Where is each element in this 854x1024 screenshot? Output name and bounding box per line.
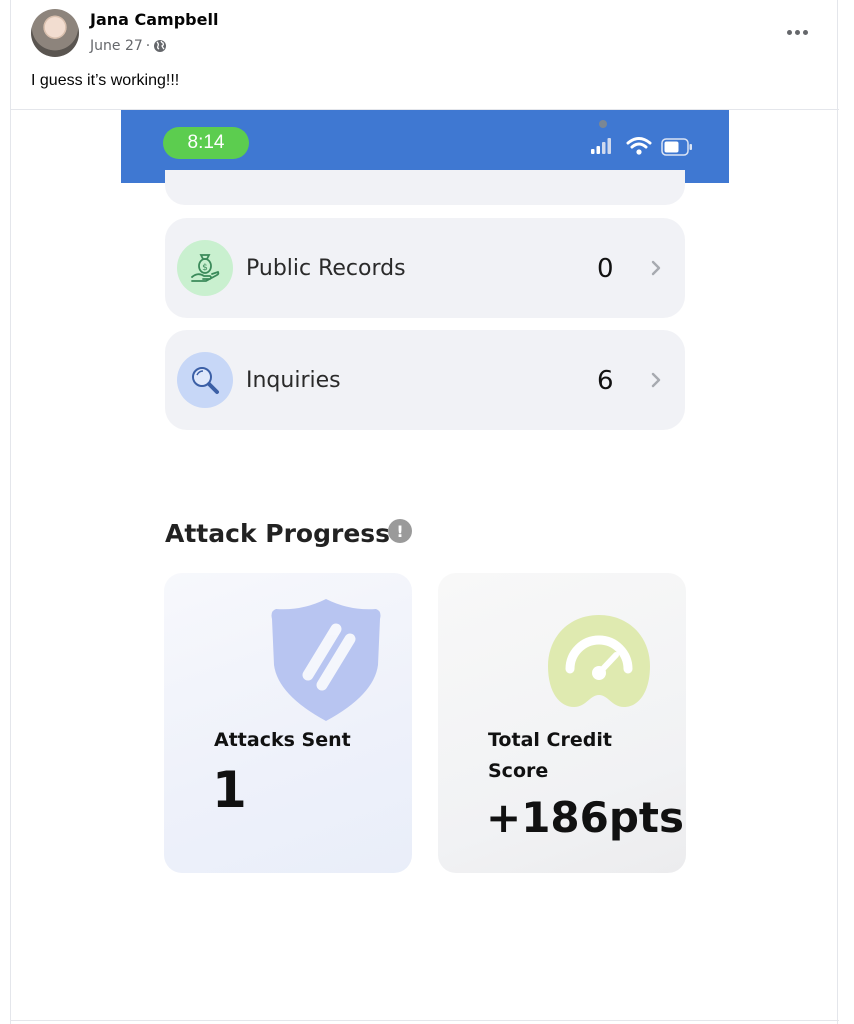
money-hand-icon: $ bbox=[177, 240, 233, 296]
post-meta: June 27 · bbox=[90, 38, 167, 54]
card-value: 1 bbox=[212, 761, 247, 819]
public-records-row[interactable]: $ Public Records 0 bbox=[165, 218, 685, 318]
card-label: Total Credit bbox=[488, 729, 612, 751]
status-time: 8:14 bbox=[163, 127, 249, 159]
total-credit-score-card[interactable]: Total Credit Score +186pts bbox=[438, 573, 686, 873]
row-label: Public Records bbox=[246, 256, 406, 281]
more-icon-dot bbox=[786, 29, 792, 35]
post-date[interactable]: June 27 bbox=[90, 38, 143, 54]
attached-screenshot[interactable]: 8:14 $ Public Records 0 Inquiries 6 Atta… bbox=[121, 110, 729, 900]
card-label: Attacks Sent bbox=[214, 729, 351, 751]
info-icon[interactable]: ! bbox=[388, 519, 412, 543]
shield-icon bbox=[271, 599, 381, 721]
svg-text:$: $ bbox=[202, 263, 208, 273]
facebook-post: Jana Campbell June 27 · I guess it’s wor… bbox=[10, 0, 839, 1024]
post-header: Jana Campbell June 27 · I guess it’s wor… bbox=[11, 0, 839, 110]
attacks-sent-card[interactable]: Attacks Sent 1 bbox=[164, 573, 412, 873]
more-options-button[interactable] bbox=[779, 18, 815, 46]
gauge-icon bbox=[548, 615, 650, 707]
avatar[interactable] bbox=[31, 9, 79, 57]
camera-indicator bbox=[599, 120, 607, 128]
section-title: Attack Progress bbox=[165, 519, 391, 548]
chevron-right-icon bbox=[651, 372, 661, 388]
more-icon-dot bbox=[802, 29, 808, 35]
signal-icon bbox=[591, 138, 611, 154]
row-label: Inquiries bbox=[246, 368, 341, 393]
inquiries-row[interactable]: Inquiries 6 bbox=[165, 330, 685, 430]
magnifier-icon bbox=[177, 352, 233, 408]
battery-icon bbox=[661, 138, 692, 156]
more-icon-dot bbox=[794, 29, 800, 35]
meta-separator: · bbox=[145, 38, 151, 54]
globe-icon[interactable] bbox=[153, 39, 167, 53]
post-divider bbox=[11, 1020, 839, 1021]
chevron-right-icon bbox=[651, 260, 661, 276]
row-value: 0 bbox=[597, 254, 614, 284]
row-value: 6 bbox=[597, 366, 614, 396]
previous-row-fragment bbox=[165, 170, 685, 205]
card-value: +186pts bbox=[486, 793, 685, 842]
card-label: Score bbox=[488, 760, 549, 782]
author-name[interactable]: Jana Campbell bbox=[90, 10, 218, 29]
wifi-icon bbox=[626, 137, 652, 155]
post-text: I guess it’s working!!! bbox=[31, 72, 180, 89]
